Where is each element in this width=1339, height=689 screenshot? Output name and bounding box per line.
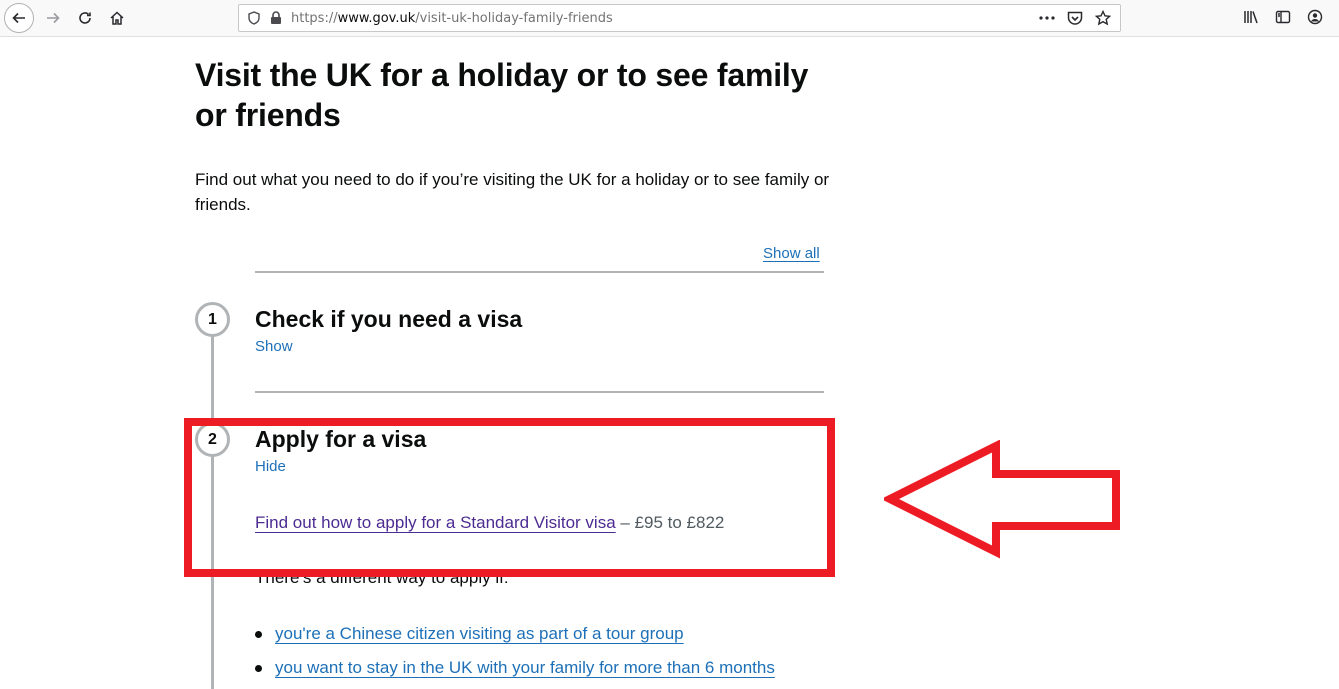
- shield-icon[interactable]: [243, 7, 265, 29]
- home-button[interactable]: [102, 4, 132, 32]
- pocket-icon[interactable]: [1064, 7, 1086, 29]
- family-stay-link[interactable]: you want to stay in the UK with your fam…: [275, 651, 775, 685]
- url-path: /visit-uk-holiday-family-friends: [415, 10, 613, 26]
- reload-icon: [79, 12, 91, 24]
- bullet-icon: [255, 664, 262, 672]
- page-lead: Find out what you need to do if you’re v…: [195, 170, 830, 214]
- bullet-icon: [255, 630, 262, 638]
- forward-icon: [47, 12, 60, 24]
- step-1-show-toggle[interactable]: Show: [255, 338, 293, 355]
- url-text[interactable]: https://www.gov.uk/visit-uk-holiday-fami…: [291, 11, 613, 26]
- url-bar[interactable]: https://www.gov.uk/visit-uk-holiday-fami…: [238, 4, 1121, 32]
- sidebar-icon[interactable]: [1273, 7, 1293, 27]
- list-item: you're a Chinese citizen visiting as par…: [255, 617, 775, 651]
- more-icon[interactable]: [1036, 7, 1058, 29]
- step-number-1: 1: [195, 302, 230, 337]
- annotation-highlight-box: [184, 418, 835, 577]
- divider: [255, 271, 824, 273]
- library-icon[interactable]: [1241, 7, 1261, 27]
- show-all-link[interactable]: Show all: [763, 245, 820, 262]
- reload-button[interactable]: [70, 4, 100, 32]
- back-icon: [12, 12, 25, 24]
- home-icon: [110, 11, 124, 25]
- lock-icon[interactable]: [265, 7, 287, 29]
- annotation-arrow-icon: [884, 440, 1120, 559]
- star-icon[interactable]: [1092, 7, 1114, 29]
- alternative-routes-list: you're a Chinese citizen visiting as par…: [255, 617, 775, 685]
- forward-button[interactable]: [38, 4, 68, 32]
- step-title-1[interactable]: Check if you need a visa: [255, 304, 522, 334]
- browser-toolbar: https://www.gov.uk/visit-uk-holiday-fami…: [0, 0, 1339, 37]
- back-button[interactable]: [4, 3, 34, 33]
- page-title: Visit the UK for a holiday or to see fam…: [195, 57, 809, 133]
- divider: [255, 391, 824, 393]
- chinese-tour-group-link[interactable]: you're a Chinese citizen visiting as par…: [275, 617, 684, 651]
- account-icon[interactable]: [1305, 7, 1325, 27]
- list-item: you want to stay in the UK with your fam…: [255, 651, 775, 685]
- url-host: www.gov.uk: [337, 10, 416, 26]
- url-prefix: https://: [291, 10, 338, 26]
